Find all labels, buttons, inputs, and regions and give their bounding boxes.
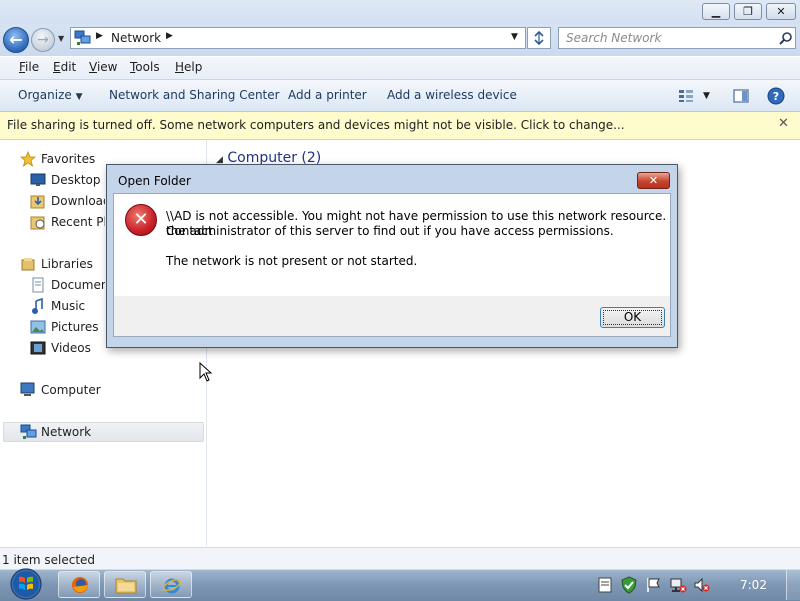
- close-icon: ✕: [648, 174, 659, 187]
- folder-icon: [115, 578, 137, 594]
- error-message-line-2: the administrator of this server to find…: [166, 224, 614, 238]
- menu-file[interactable]: File: [19, 60, 39, 74]
- network-icon: [74, 30, 91, 45]
- menu-view[interactable]: View: [89, 60, 117, 74]
- breadcrumb-separator-icon[interactable]: ▶: [96, 31, 103, 41]
- close-icon: ✕: [776, 5, 786, 18]
- nav-recent-places[interactable]: Recent Pla: [51, 215, 105, 229]
- taskbar-explorer-button[interactable]: [104, 571, 146, 598]
- maximize-button[interactable]: ❐: [734, 3, 762, 20]
- error-detail-message: The network is not present or not starte…: [166, 254, 418, 268]
- search-icon[interactable]: [779, 31, 793, 45]
- help-icon[interactable]: ?: [767, 87, 785, 105]
- menu-bar: [0, 57, 800, 80]
- mouse-cursor-icon: [199, 362, 213, 382]
- videos-icon: [30, 341, 46, 355]
- back-arrow-icon: ←: [9, 30, 23, 49]
- security-shield-icon[interactable]: [620, 576, 638, 594]
- menu-edit[interactable]: Edit: [53, 60, 76, 74]
- breadcrumb-chevron-icon[interactable]: ▶: [166, 31, 173, 41]
- close-window-button[interactable]: ✕: [766, 3, 796, 20]
- menu-tools[interactable]: Tools: [130, 60, 160, 74]
- recent-pages-dropdown[interactable]: ▼: [58, 34, 64, 43]
- music-icon: [32, 298, 43, 314]
- change-view-icon[interactable]: [678, 89, 694, 103]
- breadcrumb-network[interactable]: Network: [111, 31, 161, 45]
- error-icon: ✕: [125, 204, 157, 236]
- minimize-icon: ▁: [711, 5, 721, 18]
- show-desktop-button[interactable]: [786, 570, 800, 600]
- taskbar-internet-explorer-button[interactable]: [150, 571, 192, 598]
- firefox-icon: [72, 577, 88, 593]
- address-bar[interactable]: ▶ Network ▶ ▼: [70, 27, 526, 49]
- status-text: 1 item selected: [2, 553, 96, 567]
- nav-music[interactable]: Music: [51, 299, 85, 313]
- dialog-button-area: OK: [113, 296, 671, 337]
- status-bar: 1 item selected: [0, 547, 800, 570]
- action-center-doc-icon[interactable]: [598, 577, 612, 593]
- internet-explorer-icon: [162, 578, 182, 594]
- info-bar-message[interactable]: File sharing is turned off. Some network…: [7, 118, 625, 132]
- documents-icon: [32, 277, 44, 293]
- start-button[interactable]: [6, 567, 46, 600]
- taskbar-firefox-button[interactable]: [58, 571, 100, 598]
- dialog-title: Open Folder: [118, 174, 191, 188]
- recent-places-icon: [30, 216, 45, 230]
- clock[interactable]: 7:02: [740, 578, 767, 592]
- search-placeholder: Search Network: [566, 31, 662, 45]
- nav-videos[interactable]: Videos: [51, 341, 91, 355]
- nav-desktop[interactable]: Desktop: [51, 173, 101, 187]
- action-center-flag-icon[interactable]: [645, 577, 661, 593]
- dialog-close-button[interactable]: ✕: [637, 172, 670, 189]
- nav-downloads[interactable]: Download: [51, 194, 105, 208]
- back-button[interactable]: ←: [3, 27, 29, 53]
- nav-libraries[interactable]: Libraries: [41, 257, 93, 271]
- organize-button[interactable]: Organize ▼: [18, 88, 83, 102]
- restore-icon: ❐: [743, 5, 753, 18]
- pictures-icon: [30, 320, 46, 334]
- nav-pictures[interactable]: Pictures: [51, 320, 99, 334]
- downloads-folder-icon: [30, 195, 45, 209]
- refresh-icon: [534, 31, 544, 45]
- search-input[interactable]: Search Network: [558, 27, 796, 49]
- info-bar-close-button[interactable]: ✕: [778, 116, 789, 131]
- libraries-icon: [21, 258, 35, 271]
- organize-label: Organize: [18, 88, 72, 102]
- minimize-button[interactable]: ▁: [702, 3, 730, 20]
- favorites-star-icon: [20, 151, 36, 167]
- forward-button[interactable]: →: [31, 28, 55, 52]
- network-icon: [20, 424, 37, 439]
- dialog-body: ✕ \\AD is not accessible. You might not …: [113, 193, 671, 297]
- computer-icon: [20, 382, 35, 396]
- ok-button[interactable]: OK: [600, 307, 665, 328]
- window-titlebar: [0, 0, 800, 24]
- volume-muted-icon[interactable]: [693, 577, 711, 593]
- nav-favorites[interactable]: Favorites: [41, 152, 95, 166]
- add-printer-button[interactable]: Add a printer: [288, 88, 367, 102]
- svg-text:?: ?: [773, 90, 779, 103]
- menu-help[interactable]: Help: [175, 60, 202, 74]
- refresh-button[interactable]: [527, 27, 551, 49]
- organize-dropdown-icon: ▼: [75, 92, 83, 102]
- nav-documents[interactable]: Document: [51, 278, 105, 292]
- network-sharing-center-button[interactable]: Network and Sharing Center: [109, 88, 280, 102]
- address-history-dropdown-icon[interactable]: ▼: [511, 32, 518, 42]
- nav-computer[interactable]: Computer: [41, 383, 101, 397]
- network-tray-icon[interactable]: [669, 577, 687, 593]
- info-bar[interactable]: File sharing is turned off. Some network…: [0, 112, 800, 140]
- forward-arrow-icon: →: [37, 32, 49, 48]
- add-wireless-device-button[interactable]: Add a wireless device: [387, 88, 517, 102]
- nav-network[interactable]: Network: [41, 425, 91, 439]
- desktop-icon: [30, 173, 46, 186]
- view-options-dropdown-icon[interactable]: ▼: [703, 91, 710, 101]
- preview-pane-icon[interactable]: [733, 88, 749, 104]
- ok-label: OK: [623, 310, 642, 324]
- open-folder-dialog: Open Folder ✕ ✕ \\AD is not accessible. …: [106, 164, 678, 348]
